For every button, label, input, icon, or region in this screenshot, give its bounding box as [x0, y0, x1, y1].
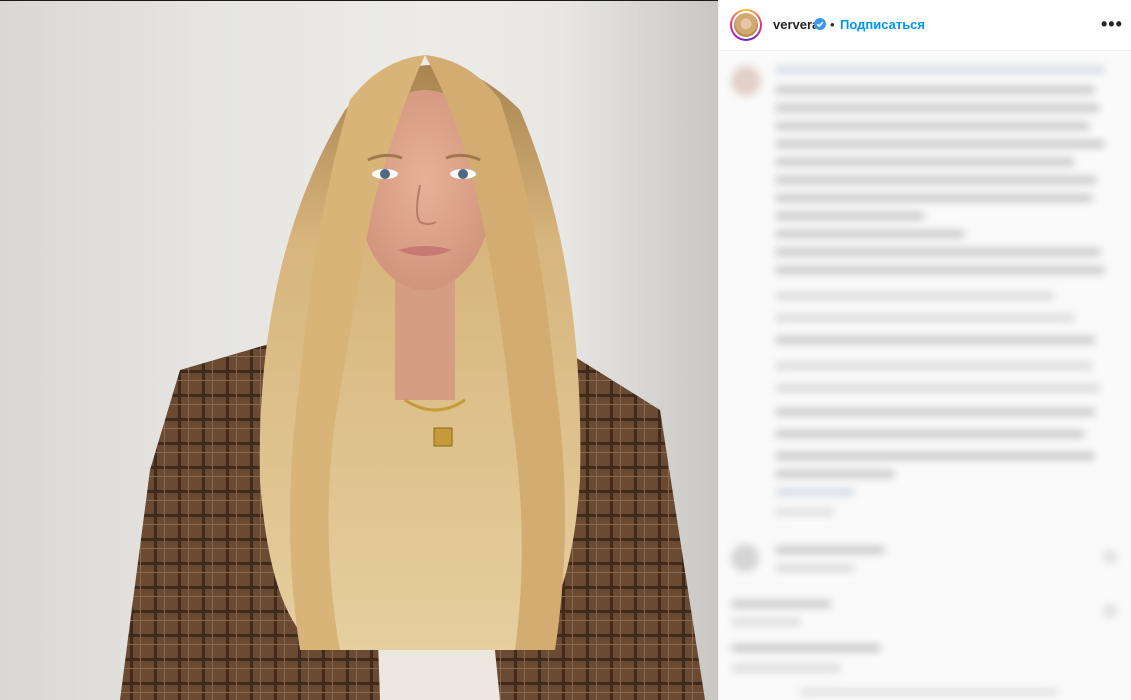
- post-photo[interactable]: [0, 0, 718, 700]
- verified-badge-icon: [814, 18, 826, 30]
- more-options-icon[interactable]: •••: [1101, 15, 1123, 33]
- separator-dot: •: [830, 17, 835, 32]
- username-link[interactable]: ververa: [773, 17, 819, 32]
- blurred-caption-area: [719, 52, 1131, 700]
- follow-button[interactable]: Подписаться: [840, 17, 925, 32]
- portrait-image: [120, 0, 718, 700]
- post-side-panel: ververa • Подписаться •••: [718, 0, 1131, 700]
- post-header: ververa • Подписаться •••: [719, 0, 1131, 51]
- avatar[interactable]: [730, 9, 762, 41]
